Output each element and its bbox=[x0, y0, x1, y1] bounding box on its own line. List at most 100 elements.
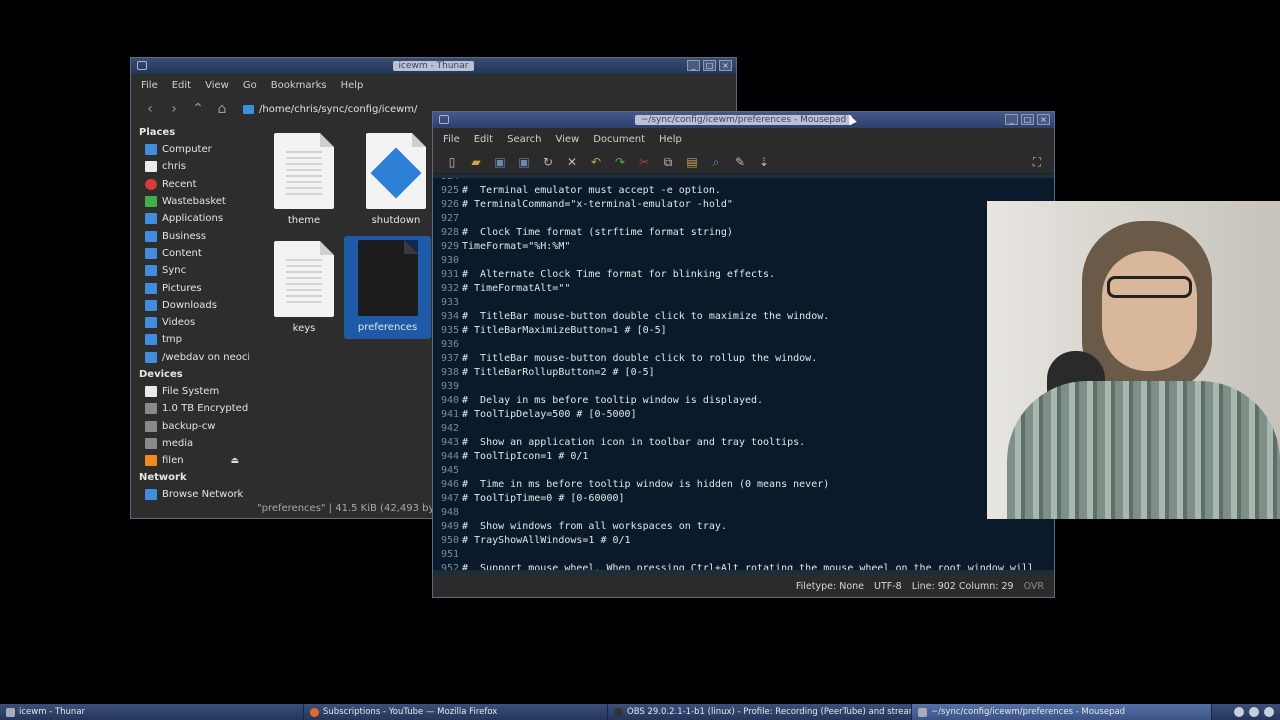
task-firefox[interactable]: Subscriptions - YouTube — Mozilla Firefo… bbox=[304, 704, 608, 720]
sidebar-item-encrypted[interactable]: 1.0 TB Encrypted bbox=[131, 400, 249, 417]
code-line[interactable]: 941 # ToolTipDelay=500 # [0-5000] bbox=[433, 408, 1054, 422]
paste-icon[interactable]: ▤ bbox=[685, 155, 699, 169]
file-item[interactable]: shutdown bbox=[353, 133, 439, 226]
new-document-icon[interactable]: ▯ bbox=[445, 155, 459, 169]
sidebar-item-webdav[interactable]: /webdav on neoci... bbox=[131, 349, 249, 366]
sidebar-item-media[interactable]: media bbox=[131, 435, 249, 452]
sidebar-item-backup-cw[interactable]: backup-cw bbox=[131, 417, 249, 434]
code-line[interactable]: 944 # ToolTipIcon=1 # 0/1 bbox=[433, 450, 1054, 464]
undo-icon[interactable]: ↶ bbox=[589, 155, 603, 169]
close-button[interactable]: × bbox=[1037, 114, 1050, 125]
menu-document[interactable]: Document bbox=[593, 134, 645, 145]
sidebar-item-recent[interactable]: Recent bbox=[131, 176, 249, 193]
code-line[interactable]: 940 # Delay in ms before tooltip window i… bbox=[433, 394, 1054, 408]
sidebar-item-browse-network[interactable]: Browse Network bbox=[131, 486, 249, 503]
menu-file[interactable]: File bbox=[141, 80, 158, 91]
sidebar-item-file-system[interactable]: File System bbox=[131, 383, 249, 400]
code-line[interactable]: 945 bbox=[433, 464, 1054, 478]
tray-icon[interactable] bbox=[1234, 707, 1244, 717]
code-line[interactable]: 932 # TimeFormatAlt="" bbox=[433, 282, 1054, 296]
back-icon[interactable]: ‹ bbox=[141, 100, 159, 118]
code-line[interactable]: 929 TimeFormat="%H:%M" bbox=[433, 240, 1054, 254]
menu-help[interactable]: Help bbox=[659, 134, 682, 145]
code-line[interactable]: 939 bbox=[433, 380, 1054, 394]
home-icon[interactable]: ⌂ bbox=[213, 100, 231, 118]
sidebar-item-applications[interactable]: Applications bbox=[131, 210, 249, 227]
menu-view[interactable]: View bbox=[555, 134, 579, 145]
filetype-label[interactable]: Filetype: None bbox=[796, 581, 864, 592]
code-line[interactable]: 949 # Show windows from all workspaces on… bbox=[433, 520, 1054, 534]
code-line[interactable]: 942 bbox=[433, 422, 1054, 436]
window-menu-icon[interactable] bbox=[137, 61, 147, 70]
cut-icon[interactable]: ✂ bbox=[637, 155, 651, 169]
close-button[interactable]: × bbox=[719, 60, 732, 71]
code-line[interactable]: 931 # Alternate Clock Time format for bli… bbox=[433, 268, 1054, 282]
fullscreen-icon[interactable]: ⛶ bbox=[1030, 155, 1044, 169]
sidebar-item-pictures[interactable]: Pictures bbox=[131, 279, 249, 296]
sidebar-item-business[interactable]: Business bbox=[131, 227, 249, 244]
code-line[interactable]: 936 bbox=[433, 338, 1054, 352]
up-icon[interactable]: ⌃ bbox=[189, 100, 207, 118]
code-line[interactable]: 928 # Clock Time format (strftime format … bbox=[433, 226, 1054, 240]
code-line[interactable]: 933 bbox=[433, 296, 1054, 310]
code-line[interactable]: 930 bbox=[433, 254, 1054, 268]
menu-bookmarks[interactable]: Bookmarks bbox=[271, 80, 327, 91]
code-line[interactable]: 934 # TitleBar mouse-button double click … bbox=[433, 310, 1054, 324]
encoding-label[interactable]: UTF-8 bbox=[874, 581, 902, 592]
save-as-icon[interactable]: ▣ bbox=[517, 155, 531, 169]
copy-icon[interactable]: ⧉ bbox=[661, 155, 675, 169]
file-item[interactable]: theme bbox=[261, 133, 347, 226]
save-icon[interactable]: ▣ bbox=[493, 155, 507, 169]
sidebar-item-filen[interactable]: filen ⏏ bbox=[131, 452, 249, 469]
task-obs[interactable]: OBS 29.0.2.1-1-b1 (linux) - Profile: Rec… bbox=[608, 704, 912, 720]
sidebar-item-wastebasket[interactable]: Wastebasket bbox=[131, 193, 249, 210]
sidebar-item-videos[interactable]: Videos bbox=[131, 314, 249, 331]
code-line[interactable]: 943 # Show an application icon in toolbar… bbox=[433, 436, 1054, 450]
code-line[interactable]: 950 # TrayShowAllWindows=1 # 0/1 bbox=[433, 534, 1054, 548]
menu-go[interactable]: Go bbox=[243, 80, 257, 91]
menu-view[interactable]: View bbox=[205, 80, 229, 91]
goto-line-icon[interactable]: ⇣ bbox=[757, 155, 771, 169]
code-line[interactable]: 925 # Terminal emulator must accept -e op… bbox=[433, 184, 1054, 198]
menu-file[interactable]: File bbox=[443, 134, 460, 145]
minimize-button[interactable]: _ bbox=[1005, 114, 1018, 125]
maximize-button[interactable]: □ bbox=[1021, 114, 1034, 125]
find-icon[interactable]: ⌕ bbox=[709, 155, 723, 169]
code-line[interactable]: 937 # TitleBar mouse-button double click … bbox=[433, 352, 1054, 366]
code-line[interactable]: 946 # Time in ms before tooltip window is… bbox=[433, 478, 1054, 492]
menu-edit[interactable]: Edit bbox=[172, 80, 191, 91]
open-file-icon[interactable]: ▰ bbox=[469, 155, 483, 169]
menu-edit[interactable]: Edit bbox=[474, 134, 493, 145]
file-item[interactable]: keys bbox=[261, 241, 347, 334]
sidebar-item-content[interactable]: Content bbox=[131, 245, 249, 262]
sidebar-item-tmp[interactable]: tmp bbox=[131, 331, 249, 348]
eject-icon[interactable]: ⏏ bbox=[230, 456, 239, 466]
menu-search[interactable]: Search bbox=[507, 134, 541, 145]
mousepad-titlebar[interactable]: ~/sync/config/icewm/preferences - Mousep… bbox=[433, 112, 1054, 128]
code-line[interactable]: 926 # TerminalCommand="x-terminal-emulato… bbox=[433, 198, 1054, 212]
sidebar-item-sync[interactable]: Sync bbox=[131, 262, 249, 279]
sidebar-item-chris[interactable]: chris bbox=[131, 158, 249, 175]
redo-icon[interactable]: ↷ bbox=[613, 155, 627, 169]
code-line[interactable]: 948 bbox=[433, 506, 1054, 520]
tray-icon[interactable] bbox=[1249, 707, 1259, 717]
sidebar-item-downloads[interactable]: Downloads bbox=[131, 297, 249, 314]
thunar-titlebar[interactable]: icewm - Thunar _ □ × bbox=[131, 58, 736, 74]
minimize-button[interactable]: _ bbox=[687, 60, 700, 71]
code-line[interactable]: 951 bbox=[433, 548, 1054, 562]
code-line[interactable]: 938 # TitleBarRollupButton=2 # [0-5] bbox=[433, 366, 1054, 380]
code-line[interactable]: 927 bbox=[433, 212, 1054, 226]
maximize-button[interactable]: □ bbox=[703, 60, 716, 71]
sidebar-item-computer[interactable]: Computer bbox=[131, 141, 249, 158]
find-replace-icon[interactable]: ✎ bbox=[733, 155, 747, 169]
code-line[interactable]: 947 # ToolTipTime=0 # [0-60000] bbox=[433, 492, 1054, 506]
code-line[interactable]: 935 # TitleBarMaximizeButton=1 # [0-5] bbox=[433, 324, 1054, 338]
window-menu-icon[interactable] bbox=[439, 115, 449, 124]
menu-help[interactable]: Help bbox=[341, 80, 364, 91]
task-thunar[interactable]: icewm - Thunar bbox=[0, 704, 304, 720]
forward-icon[interactable]: › bbox=[165, 100, 183, 118]
close-document-icon[interactable]: ✕ bbox=[565, 155, 579, 169]
task-mousepad[interactable]: ~/sync/config/icewm/preferences - Mousep… bbox=[912, 704, 1212, 720]
text-editor[interactable]: 924925# Terminal emulator must accept -e… bbox=[433, 178, 1054, 570]
tray-icon[interactable] bbox=[1264, 707, 1274, 717]
